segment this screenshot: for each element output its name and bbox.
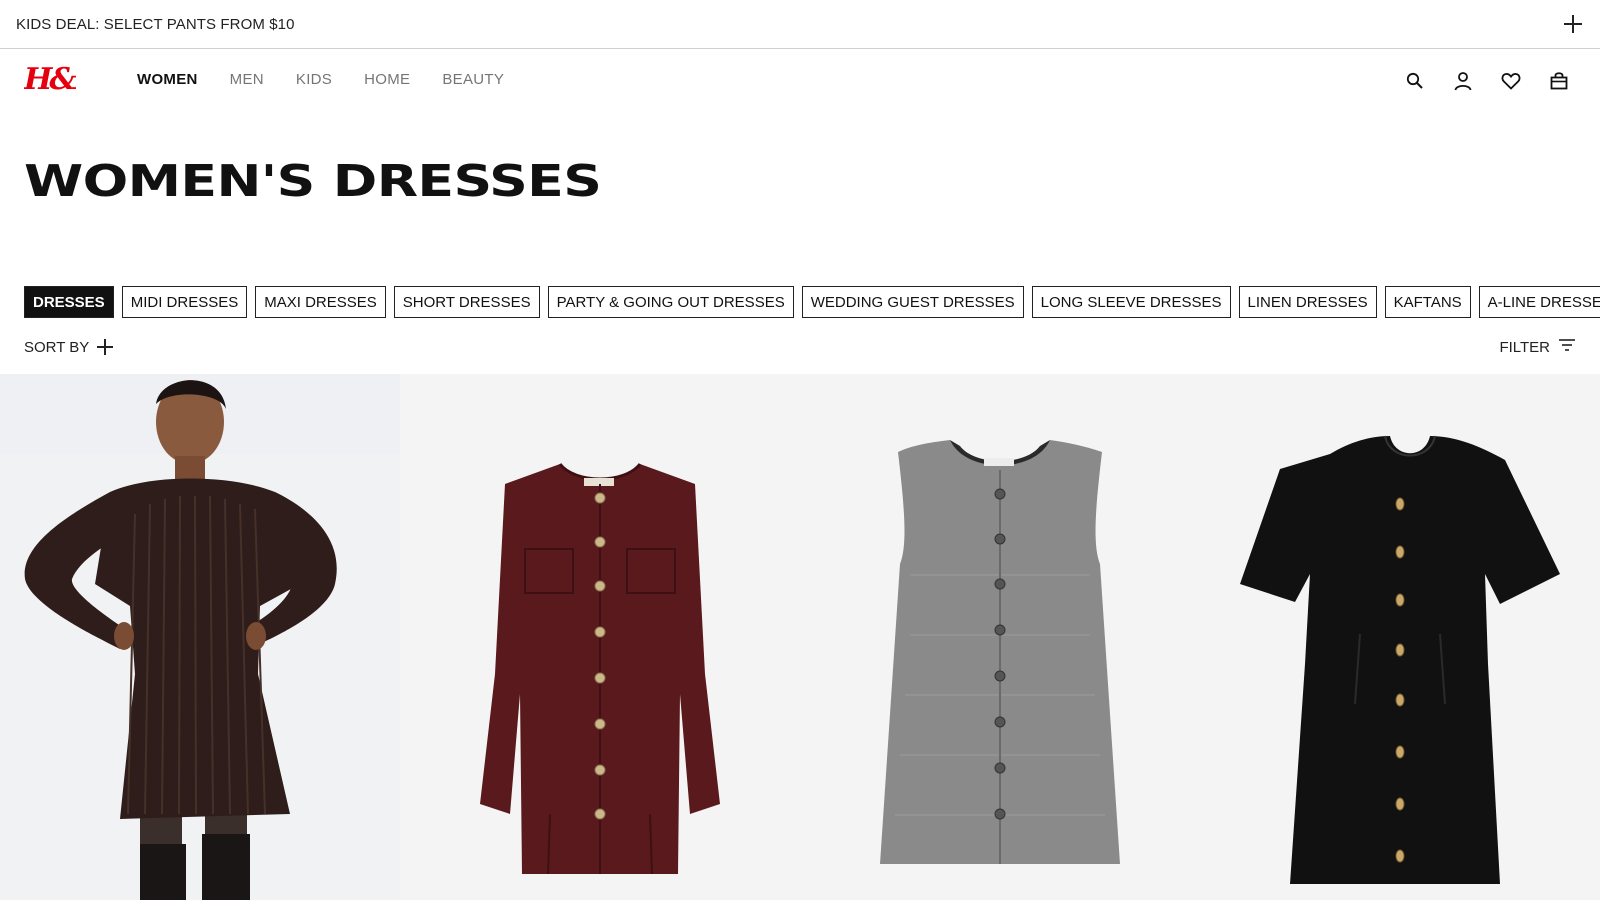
chip-dresses[interactable]: DRESSES (24, 286, 114, 318)
favorites-icon[interactable] (1499, 69, 1522, 92)
site-header: H&M WOMEN MEN KIDS HOME BEAUTY (0, 49, 1600, 115)
chip-linen-dresses[interactable]: LINEN DRESSES (1238, 286, 1377, 318)
product-image[interactable] (1200, 374, 1600, 900)
product-card[interactable] (800, 374, 1200, 900)
shopping-bag-icon[interactable] (1547, 69, 1570, 92)
product-image[interactable] (0, 374, 400, 900)
category-chips: DRESSES MIDI DRESSES MAXI DRESSES SHORT … (24, 286, 1600, 318)
product-card[interactable] (400, 374, 800, 900)
sort-button[interactable]: SORT BY (24, 338, 114, 356)
chip-short-dresses[interactable]: SHORT DRESSES (393, 286, 540, 318)
chip-maxi-dresses[interactable]: MAXI DRESSES (255, 286, 386, 318)
svg-text:H&M: H&M (24, 62, 76, 97)
promo-bar[interactable]: KIDS DEAL: SELECT PANTS FROM $10 (0, 0, 1600, 49)
nav-kids[interactable]: KIDS (296, 71, 332, 88)
plus-icon (97, 339, 114, 355)
nav-beauty[interactable]: BEAUTY (442, 71, 504, 88)
page-title: WOMEN'S DRESSES (24, 156, 602, 207)
filter-label: FILTER (1499, 338, 1550, 356)
filter-button[interactable]: FILTER (1499, 338, 1576, 356)
account-icon[interactable] (1451, 69, 1474, 92)
product-grid (0, 374, 1600, 900)
chip-long-sleeve-dresses[interactable]: LONG SLEEVE DRESSES (1031, 286, 1231, 318)
chip-kaftans[interactable]: KAFTANS (1384, 286, 1471, 318)
product-card[interactable] (0, 374, 400, 900)
nav-men[interactable]: MEN (230, 71, 264, 88)
search-icon[interactable] (1403, 69, 1426, 92)
chip-midi-dresses[interactable]: MIDI DRESSES (121, 286, 248, 318)
chip-a-line-dresses[interactable]: A-LINE DRESSES (1478, 286, 1600, 318)
product-image[interactable] (800, 374, 1200, 900)
promo-text[interactable]: KIDS DEAL: SELECT PANTS FROM $10 (16, 16, 295, 33)
plus-icon[interactable] (1562, 13, 1584, 35)
sort-label: SORT BY (24, 338, 90, 356)
chip-party-dresses[interactable]: PARTY & GOING OUT DRESSES (547, 286, 794, 318)
sort-filter-row: SORT BY FILTER (24, 338, 1576, 356)
header-actions (1403, 69, 1570, 92)
nav-home[interactable]: HOME (364, 71, 410, 88)
filter-icon (1558, 338, 1576, 356)
chip-wedding-guest-dresses[interactable]: WEDDING GUEST DRESSES (801, 286, 1024, 318)
main-nav: WOMEN MEN KIDS HOME BEAUTY (137, 71, 504, 88)
product-card[interactable] (1200, 374, 1600, 900)
nav-women[interactable]: WOMEN (137, 71, 198, 88)
product-image[interactable] (400, 374, 800, 900)
hm-logo[interactable]: H&M (23, 61, 110, 97)
